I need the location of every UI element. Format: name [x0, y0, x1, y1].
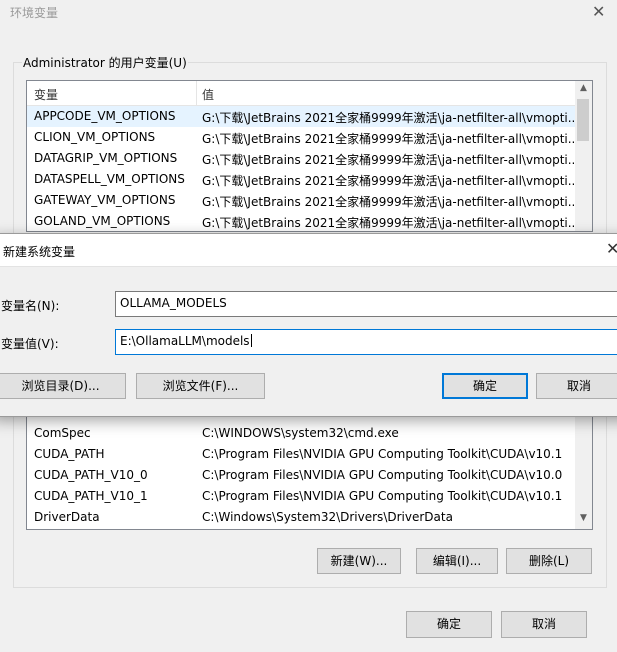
- dialog-title: 新建系统变量: [3, 245, 76, 259]
- variable-value-text: E:\OllamaLLM\models: [120, 334, 250, 348]
- variable-value-label: 变量值(V):: [1, 337, 59, 351]
- variable-value: C:\WINDOWS\system32\cmd.exe: [202, 426, 399, 440]
- scrollbar-thumb[interactable]: [577, 99, 589, 141]
- new-system-variable-button[interactable]: 新建(W)...: [317, 548, 401, 574]
- variable-name: GATEWAY_VM_OPTIONS: [34, 193, 176, 207]
- dialog-titlebar[interactable]: 新建系统变量 ✕: [0, 234, 617, 267]
- variable-name: CUDA_PATH_V10_1: [34, 489, 148, 503]
- variable-name: GOLAND_VM_OPTIONS: [34, 214, 171, 228]
- variable-value: G:\下载\JetBrains 2021全家桶9999年激活\ja-netfil…: [202, 216, 574, 230]
- table-row[interactable]: GOLAND_VM_OPTIONS G:\下载\JetBrains 2021全家…: [27, 211, 575, 231]
- table-row[interactable]: CUDA_PATH_V10_1 C:\Program Files\NVIDIA …: [27, 486, 575, 507]
- close-icon[interactable]: ✕: [606, 239, 617, 258]
- ok-button[interactable]: 确定: [406, 611, 492, 638]
- scroll-up-icon[interactable]: ▲: [575, 83, 592, 93]
- variable-name: APPCODE_VM_OPTIONS: [34, 109, 176, 123]
- column-divider[interactable]: [196, 81, 197, 105]
- close-icon[interactable]: ✕: [592, 2, 605, 21]
- table-row[interactable]: DATAGRIP_VM_OPTIONS G:\下载\JetBrains 2021…: [27, 148, 575, 169]
- column-header-value[interactable]: 值: [202, 86, 214, 103]
- variable-name-label: 变量名(N):: [1, 299, 60, 313]
- table-row[interactable]: GATEWAY_VM_OPTIONS G:\下载\JetBrains 2021全…: [27, 190, 575, 211]
- variable-name: DATAGRIP_VM_OPTIONS: [34, 151, 178, 165]
- table-row[interactable]: APPCODE_VM_OPTIONS G:\下载\JetBrains 2021全…: [27, 106, 575, 127]
- table-row[interactable]: ComSpec C:\WINDOWS\system32\cmd.exe: [27, 423, 575, 444]
- variable-name-value: OLLAMA_MODELS: [120, 296, 227, 310]
- variable-name-field[interactable]: OLLAMA_MODELS: [115, 291, 617, 317]
- user-variables-group-label: Administrator 的用户变量(U): [22, 54, 188, 71]
- variable-name: ComSpec: [34, 426, 91, 440]
- browse-file-button[interactable]: 浏览文件(F)...: [136, 373, 265, 399]
- browse-directory-button[interactable]: 浏览目录(D)...: [0, 373, 126, 399]
- variable-name: CUDA_PATH_V10_0: [34, 468, 148, 482]
- variable-value-field[interactable]: E:\OllamaLLM\models: [115, 329, 617, 355]
- variable-value: G:\下载\JetBrains 2021全家桶9999年激活\ja-netfil…: [202, 195, 574, 209]
- variable-name: CLION_VM_OPTIONS: [34, 130, 156, 144]
- list-header: 变量 值: [27, 81, 575, 106]
- variable-name: CUDA_PATH: [34, 447, 105, 461]
- variable-value: G:\下载\JetBrains 2021全家桶9999年激活\ja-netfil…: [202, 132, 574, 146]
- table-row[interactable]: CUDA_PATH_V10_0 C:\Program Files\NVIDIA …: [27, 465, 575, 486]
- dialog-ok-button[interactable]: 确定: [442, 373, 528, 399]
- edit-system-variable-button[interactable]: 编辑(I)...: [416, 548, 498, 574]
- new-system-variable-dialog: 新建系统变量 ✕ 变量名(N): OLLAMA_MODELS 变量值(V): E…: [0, 233, 617, 417]
- variable-value: G:\下载\JetBrains 2021全家桶9999年激活\ja-netfil…: [202, 153, 574, 167]
- variable-value: C:\Program Files\NVIDIA GPU Computing To…: [202, 489, 563, 503]
- cancel-button[interactable]: 取消: [501, 611, 587, 638]
- system-variables-list[interactable]: ComSpec C:\WINDOWS\system32\cmd.exe CUDA…: [26, 400, 593, 530]
- variable-value: G:\下载\JetBrains 2021全家桶9999年激活\ja-netfil…: [202, 111, 574, 125]
- variable-value: G:\下载\JetBrains 2021全家桶9999年激活\ja-netfil…: [202, 174, 574, 188]
- variable-value: C:\Program Files\NVIDIA GPU Computing To…: [202, 447, 563, 461]
- scroll-down-icon[interactable]: ▼: [575, 513, 592, 523]
- user-variables-list[interactable]: 变量 值 APPCODE_VM_OPTIONS G:\下载\JetBrains …: [26, 80, 593, 232]
- vertical-scrollbar[interactable]: ▲: [575, 81, 592, 231]
- table-row[interactable]: CLION_VM_OPTIONS G:\下载\JetBrains 2021全家桶…: [27, 127, 575, 148]
- text-caret: [250, 334, 252, 347]
- delete-system-variable-button[interactable]: 删除(L): [506, 548, 592, 574]
- table-row[interactable]: DATASPELL_VM_OPTIONS G:\下载\JetBrains 202…: [27, 169, 575, 190]
- table-row[interactable]: DriverData C:\Windows\System32\Drivers\D…: [27, 507, 575, 528]
- column-header-name[interactable]: 变量: [34, 86, 58, 103]
- variable-value: C:\Program Files\NVIDIA GPU Computing To…: [202, 468, 563, 482]
- variable-name: DATASPELL_VM_OPTIONS: [34, 172, 185, 186]
- variable-name: DriverData: [34, 510, 100, 524]
- variable-value: C:\Windows\System32\Drivers\DriverData: [202, 510, 453, 524]
- dialog-cancel-button[interactable]: 取消: [536, 373, 617, 399]
- window-title: 环境变量: [10, 6, 59, 20]
- vertical-scrollbar[interactable]: ▼: [575, 401, 592, 529]
- table-row[interactable]: CUDA_PATH C:\Program Files\NVIDIA GPU Co…: [27, 444, 575, 465]
